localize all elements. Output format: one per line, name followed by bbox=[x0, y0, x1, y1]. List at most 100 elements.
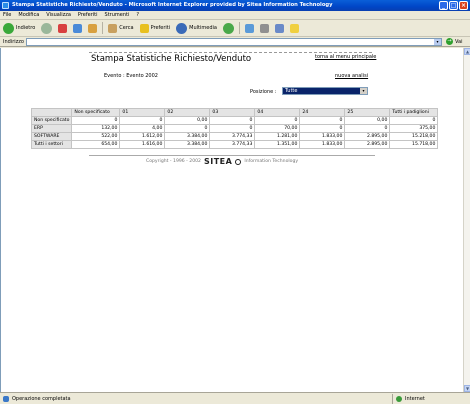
go-button[interactable]: → Vai bbox=[446, 38, 463, 45]
new-analysis-link[interactable]: nuova analisi bbox=[335, 73, 368, 79]
table-cell: 0 bbox=[71, 116, 121, 125]
table-cell: 0 bbox=[209, 124, 256, 133]
table-cell: 2.895,00 bbox=[344, 132, 391, 141]
close-button[interactable]: × bbox=[459, 1, 468, 10]
menu-visualizza[interactable]: Visualizza bbox=[46, 12, 71, 18]
page-title: Stampa Statistiche Richiesto/Venduto bbox=[91, 54, 252, 64]
table-cell: 70,00 bbox=[254, 124, 301, 133]
table-cell: 132,00 bbox=[71, 124, 121, 133]
security-zone: Internet bbox=[392, 393, 425, 404]
multimedia-label: Multimedia bbox=[189, 25, 217, 31]
chevron-down-icon[interactable]: ▾ bbox=[360, 88, 367, 94]
address-input[interactable]: ▾ bbox=[26, 38, 442, 46]
table-header-cell: 25 bbox=[344, 108, 391, 117]
table-row: SOFTWARE 522,00 1.612,00 3.384,00 3.774,… bbox=[30, 132, 439, 141]
page-done-icon bbox=[3, 395, 9, 402]
edit-icon bbox=[274, 23, 284, 33]
search-icon bbox=[108, 23, 118, 33]
menu-help[interactable]: ? bbox=[136, 12, 139, 18]
globe-icon bbox=[396, 395, 402, 402]
media-icon bbox=[176, 22, 188, 34]
ie-icon bbox=[2, 2, 9, 9]
table-cell: 522,00 bbox=[71, 132, 121, 141]
table-cell: 2.895,00 bbox=[344, 140, 391, 149]
forward-button[interactable] bbox=[40, 22, 53, 35]
mail-button[interactable] bbox=[244, 22, 255, 35]
scroll-down-icon[interactable]: ▼ bbox=[464, 385, 470, 392]
table-cell: 1.833,00 bbox=[299, 140, 346, 149]
status-left: Operazione completata bbox=[0, 395, 392, 402]
print-icon bbox=[259, 23, 269, 33]
toolbar: Indietro Cerca Preferiti Multimedia bbox=[0, 20, 470, 37]
table-cell: 0 bbox=[164, 124, 211, 133]
table-row-label: ERP bbox=[30, 124, 73, 133]
menu-modifica[interactable]: Modifica bbox=[18, 12, 39, 18]
home-icon bbox=[88, 23, 98, 33]
search-button[interactable]: Cerca bbox=[107, 22, 134, 35]
edit-button[interactable] bbox=[274, 22, 285, 35]
menu-preferiti[interactable]: Preferiti bbox=[78, 12, 98, 18]
address-dropdown-icon[interactable]: ▾ bbox=[434, 39, 441, 45]
print-button[interactable] bbox=[259, 22, 270, 35]
page-viewport: Stampa Statistiche Richiesto/Venduto tor… bbox=[0, 48, 463, 392]
vertical-scrollbar[interactable]: ▲ ▼ bbox=[463, 48, 470, 392]
table-row-label: SOFTWARE bbox=[30, 132, 73, 141]
table-cell: 654,00 bbox=[71, 140, 121, 149]
table-cell: 1.616,00 bbox=[119, 140, 166, 149]
table-row: ERP 132,00 4,00 0 0 70,00 0 0 375,00 bbox=[30, 124, 439, 133]
window-title-bar[interactable]: Stampa Statistiche Richiesto/Venduto - M… bbox=[0, 0, 470, 11]
logo-tagline: Information Technology bbox=[244, 159, 299, 164]
messenger-button[interactable] bbox=[289, 22, 300, 35]
table-header-cell: Tutti i padiglioni bbox=[389, 108, 439, 117]
table-header-cell: 01 bbox=[119, 108, 166, 117]
zone-label: Internet bbox=[405, 395, 425, 402]
stop-icon bbox=[58, 23, 68, 33]
table-cell: 0 bbox=[299, 124, 346, 133]
history-icon bbox=[222, 22, 234, 34]
multimedia-button[interactable]: Multimedia bbox=[175, 22, 218, 35]
table-cell: 3.384,00 bbox=[164, 132, 211, 141]
position-label: Posizione : bbox=[250, 89, 277, 95]
table-cell: 3.384,00 bbox=[164, 140, 211, 149]
position-select[interactable]: Tutte ▾ bbox=[282, 87, 368, 95]
logo-ring-icon bbox=[235, 158, 242, 165]
scroll-up-icon[interactable]: ▲ bbox=[464, 48, 470, 55]
status-bar: Operazione completata Internet bbox=[0, 392, 470, 404]
table-header-cell: 04 bbox=[254, 108, 301, 117]
table-cell: 0 bbox=[344, 124, 391, 133]
window-title: Stampa Statistiche Richiesto/Venduto - M… bbox=[12, 2, 333, 8]
forward-arrow-icon bbox=[41, 22, 53, 34]
table-cell: 0 bbox=[389, 116, 439, 125]
history-button[interactable] bbox=[222, 22, 235, 35]
go-arrow-icon: → bbox=[446, 38, 453, 45]
menu-strumenti[interactable]: Strumenti bbox=[105, 12, 130, 18]
table-cell: 1.281,00 bbox=[254, 132, 301, 141]
table-cell: 1.351,00 bbox=[254, 140, 301, 149]
menu-file[interactable]: File bbox=[3, 12, 11, 18]
table-cell: 0,00 bbox=[164, 116, 211, 125]
back-button[interactable]: Indietro bbox=[2, 22, 36, 35]
table-cell: 0 bbox=[254, 116, 301, 125]
table-cell: 375,00 bbox=[389, 124, 439, 133]
back-label: Indietro bbox=[16, 25, 36, 31]
refresh-icon bbox=[73, 23, 83, 33]
table-header-row: Non specificato 01 02 03 04 24 25 Tutti … bbox=[30, 108, 439, 117]
go-label: Vai bbox=[455, 38, 463, 45]
toolbar-separator bbox=[238, 22, 240, 34]
table-cell: 0 bbox=[119, 116, 166, 125]
refresh-button[interactable] bbox=[72, 22, 83, 35]
maximize-button[interactable]: □ bbox=[449, 1, 458, 10]
table-header-cell: 24 bbox=[299, 108, 346, 117]
table-header-cell: 03 bbox=[209, 108, 256, 117]
sitea-logo: SITEA bbox=[203, 157, 233, 166]
favorites-button[interactable]: Preferiti bbox=[139, 22, 172, 35]
address-label: Indirizzo bbox=[3, 38, 24, 45]
home-button[interactable] bbox=[87, 22, 98, 35]
page-footer: Copyright - 1996 - 2002 SITEA Informatio… bbox=[146, 157, 298, 166]
stop-button[interactable] bbox=[57, 22, 68, 35]
messenger-icon bbox=[289, 23, 299, 33]
minimize-button[interactable]: _ bbox=[439, 1, 448, 10]
table-cell: 1.612,00 bbox=[119, 132, 166, 141]
back-to-menu-link[interactable]: torna al menu principale bbox=[315, 54, 376, 60]
table-cell: 4,00 bbox=[119, 124, 166, 133]
